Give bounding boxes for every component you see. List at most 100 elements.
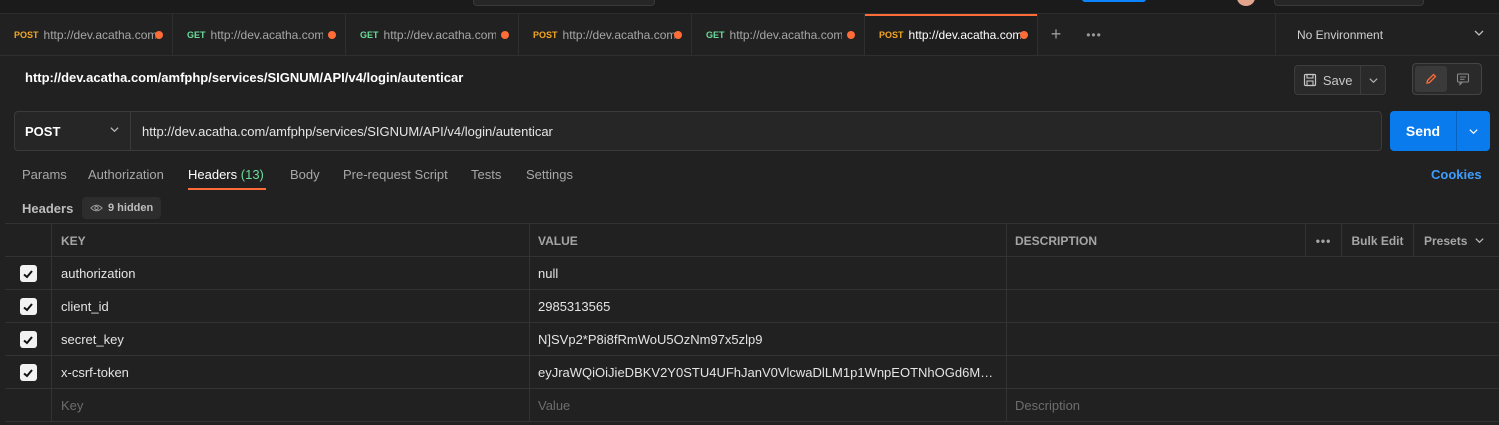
tab-params[interactable]: Params bbox=[22, 167, 67, 182]
row-checkbox[interactable] bbox=[19, 331, 37, 348]
tab-more-button[interactable]: ••• bbox=[1074, 14, 1114, 55]
environment-label: No Environment bbox=[1297, 27, 1384, 42]
headers-title: Headers bbox=[22, 201, 74, 216]
headers-count: (13) bbox=[240, 167, 264, 182]
tab-url: http://dev.acatha.com/ bbox=[383, 27, 496, 42]
comments-button[interactable] bbox=[1447, 66, 1479, 92]
row-checkbox-cell bbox=[5, 257, 51, 290]
row-value[interactable]: N]SVp2*P8i8fRmWoU5OzNm97x5zlp9 bbox=[529, 323, 1006, 356]
active-tab-indicator bbox=[188, 188, 266, 190]
headers-subheader: Headers 9 hidden bbox=[0, 196, 1499, 220]
row-checkbox-cell bbox=[5, 389, 51, 422]
row-key[interactable]: client_id bbox=[51, 290, 529, 323]
tab-method: POST bbox=[879, 29, 904, 40]
row-checkbox[interactable] bbox=[19, 364, 37, 381]
edit-mode-button[interactable] bbox=[1415, 66, 1447, 92]
upgrade-button[interactable] bbox=[1082, 0, 1146, 2]
tab-body[interactable]: Body bbox=[290, 167, 320, 182]
unsaved-dot-icon bbox=[328, 31, 336, 39]
row-key[interactable]: x-csrf-token bbox=[51, 356, 529, 389]
save-button-group: Save bbox=[1294, 65, 1386, 95]
tab-tests[interactable]: Tests bbox=[471, 167, 501, 182]
column-options-button[interactable]: ••• bbox=[1305, 224, 1341, 257]
hidden-headers-toggle[interactable]: 9 hidden bbox=[82, 197, 162, 219]
save-options-button[interactable] bbox=[1361, 66, 1385, 94]
tab-prerequest-script[interactable]: Pre-request Script bbox=[343, 167, 448, 182]
cookies-link[interactable]: Cookies bbox=[1431, 167, 1482, 182]
row-description[interactable] bbox=[1006, 356, 1499, 389]
unsaved-dot-icon bbox=[1020, 31, 1028, 39]
new-tab-button[interactable]: + bbox=[1038, 14, 1074, 55]
tab-url: http://dev.acatha.com bbox=[562, 27, 675, 42]
row-description[interactable] bbox=[1006, 323, 1499, 356]
chevron-down-icon bbox=[1469, 128, 1478, 134]
header-check-cell bbox=[5, 224, 51, 257]
environment-selector[interactable]: No Environment bbox=[1275, 14, 1499, 55]
url-bar: POST bbox=[14, 111, 1382, 151]
tab-headers[interactable]: Headers (13) bbox=[188, 167, 264, 182]
tab-method: GET bbox=[706, 29, 725, 40]
table-row: x-csrf-token eyJraWQiOiJieDBKV2Y0STU4UFh… bbox=[5, 356, 1499, 389]
save-icon bbox=[1303, 73, 1316, 87]
new-description-input[interactable]: Description bbox=[1006, 389, 1499, 422]
row-checkbox[interactable] bbox=[19, 298, 37, 315]
presets-button[interactable]: Presets bbox=[1413, 224, 1499, 257]
send-button-group: Send bbox=[1390, 111, 1490, 151]
new-key-input[interactable]: Key bbox=[51, 389, 529, 422]
tab-settings[interactable]: Settings bbox=[526, 167, 573, 182]
row-value[interactable]: 2985313565 bbox=[529, 290, 1006, 323]
hidden-headers-label: 9 hidden bbox=[108, 202, 154, 214]
request-tabs-bar: POST http://dev.acatha.com GET http://de… bbox=[0, 14, 1499, 56]
chevron-down-icon bbox=[109, 124, 120, 138]
request-tab-active[interactable]: POST http://dev.acatha.com bbox=[865, 14, 1038, 55]
unsaved-dot-icon bbox=[674, 31, 682, 39]
row-description[interactable] bbox=[1006, 290, 1499, 323]
row-key[interactable]: secret_key bbox=[51, 323, 529, 356]
unsaved-dot-icon bbox=[501, 31, 509, 39]
request-tab[interactable]: POST http://dev.acatha.com bbox=[0, 14, 173, 55]
row-checkbox-cell bbox=[5, 290, 51, 323]
unsaved-dot-icon bbox=[155, 31, 163, 39]
avatar[interactable] bbox=[1237, 0, 1255, 6]
tab-url: http://dev.acatha.com/ bbox=[729, 27, 842, 42]
row-value[interactable]: null bbox=[529, 257, 1006, 290]
tab-method: POST bbox=[14, 29, 39, 40]
unsaved-dot-icon bbox=[847, 31, 855, 39]
row-checkbox-cell bbox=[5, 323, 51, 356]
row-description[interactable] bbox=[1006, 257, 1499, 290]
url-input[interactable] bbox=[131, 112, 1381, 150]
save-label: Save bbox=[1322, 72, 1353, 88]
column-value: VALUE bbox=[529, 224, 1006, 257]
column-description: DESCRIPTION bbox=[1006, 224, 1305, 257]
chevron-down-icon bbox=[1475, 238, 1484, 244]
tab-authorization[interactable]: Authorization bbox=[88, 167, 164, 182]
global-search-input[interactable] bbox=[473, 0, 655, 6]
request-tab[interactable]: GET http://dev.acatha.com/ bbox=[346, 14, 519, 55]
eye-icon bbox=[90, 204, 103, 212]
table-row: client_id 2985313565 bbox=[5, 290, 1499, 323]
send-button[interactable]: Send bbox=[1390, 111, 1457, 151]
app-top-strip bbox=[0, 0, 1499, 14]
request-tab[interactable]: GET http://dev.acatha.com/ bbox=[173, 14, 346, 55]
request-tab[interactable]: GET http://dev.acatha.com/ bbox=[692, 14, 865, 55]
row-checkbox[interactable] bbox=[19, 265, 37, 282]
checkmark-icon bbox=[23, 302, 33, 311]
bulk-edit-button[interactable]: Bulk Edit bbox=[1341, 224, 1413, 257]
tab-method: POST bbox=[533, 29, 558, 40]
method-select[interactable]: POST bbox=[15, 112, 131, 150]
comment-icon bbox=[1456, 73, 1470, 86]
request-title[interactable]: http://dev.acatha.com/amfphp/services/SI… bbox=[25, 70, 463, 85]
checkmark-icon bbox=[23, 368, 33, 377]
new-value-input[interactable]: Value bbox=[529, 389, 1006, 422]
row-key[interactable]: authorization bbox=[51, 257, 529, 290]
chevron-down-icon bbox=[1473, 27, 1485, 42]
workspace-selector[interactable] bbox=[1274, 0, 1424, 6]
send-options-button[interactable] bbox=[1457, 111, 1490, 151]
request-tab[interactable]: POST http://dev.acatha.com bbox=[519, 14, 692, 55]
request-config-tabs: Params Authorization Headers (13) Body P… bbox=[0, 160, 1499, 192]
chevron-down-icon bbox=[1369, 77, 1378, 83]
checkmark-icon bbox=[23, 269, 33, 278]
row-value[interactable]: eyJraWQiOiJieDBKV2Y0STU4UFhJanV0VlcwaDlL… bbox=[529, 356, 1006, 389]
save-button[interactable]: Save bbox=[1295, 66, 1362, 94]
plus-icon: + bbox=[1050, 24, 1062, 44]
